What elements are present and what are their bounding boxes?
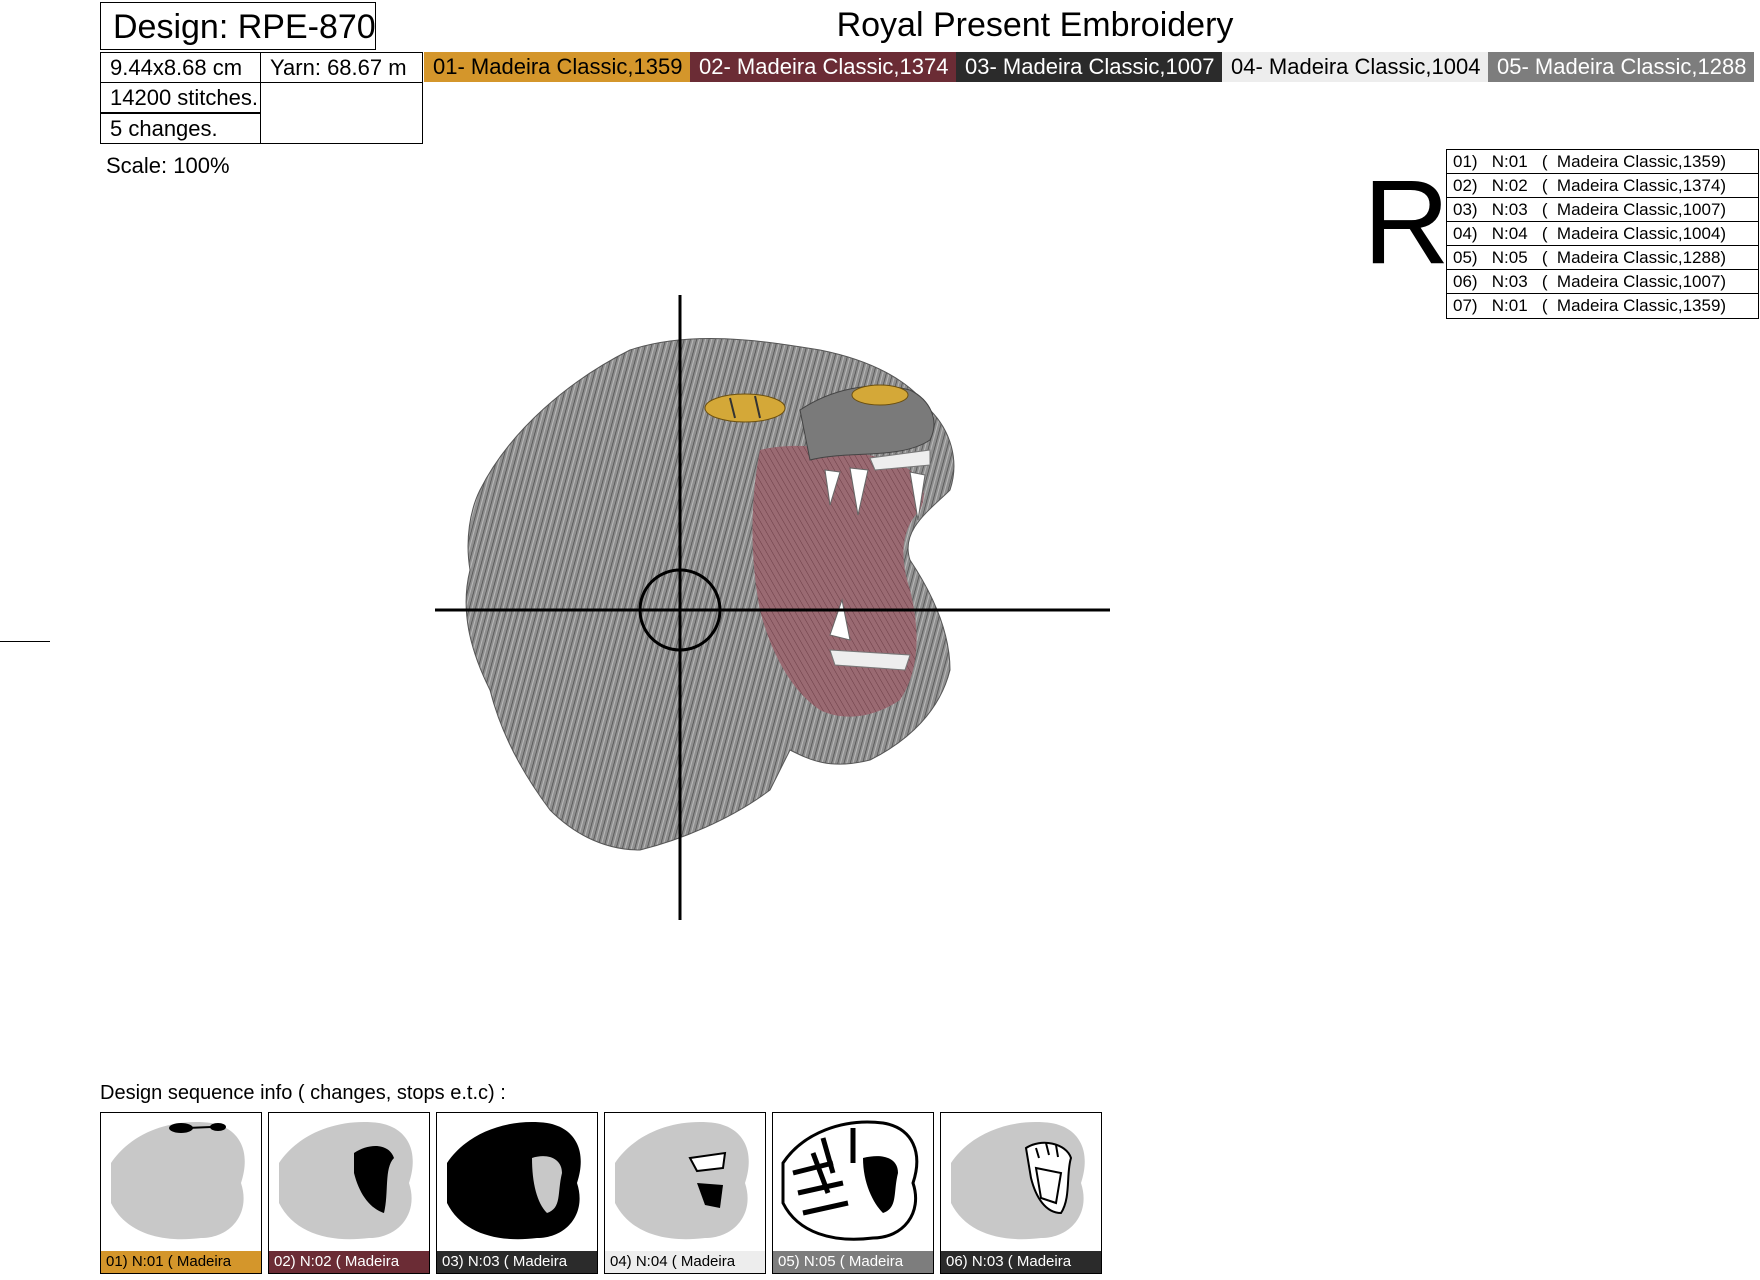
scale-label: Scale: 100% xyxy=(106,153,230,178)
embroidery-preview xyxy=(435,295,1110,920)
stats-empty-cell xyxy=(260,82,423,144)
thumbnail-preview-image xyxy=(781,1120,919,1241)
sequence-row: 04) N:04 ( Madeira Classic,1004) xyxy=(1447,222,1758,246)
thumbnail-preview-image xyxy=(279,1122,413,1240)
thumbnail-preview-image xyxy=(951,1122,1085,1240)
color-sequence-table: 01) N:01 ( Madeira Classic,1359) 02) N:0… xyxy=(1446,149,1759,319)
company-title: Royal Present Embroidery xyxy=(836,6,1234,44)
edge-tick-mark xyxy=(0,641,50,642)
stitch-count: 14200 stitches. xyxy=(100,82,261,113)
sequence-thumbnail-5: 05) N:05 ( Madeira xyxy=(772,1112,934,1274)
sequence-thumbnail-2: 02) N:02 ( Madeira xyxy=(268,1112,430,1274)
sequence-row: 01) N:01 ( Madeira Classic,1359) xyxy=(1447,150,1758,174)
sequence-row: 07) N:01 ( Madeira Classic,1359) xyxy=(1453,296,1727,315)
sequence-thumbnail-3: 03) N:03 ( Madeira xyxy=(436,1112,598,1274)
sequence-thumbnail-4: 04) N:04 ( Madeira xyxy=(604,1112,766,1274)
thread-swatch-2: 02- Madeira Classic,1374 xyxy=(690,52,956,82)
thread-swatch-4: 04- Madeira Classic,1004 xyxy=(1222,52,1488,82)
thread-swatch-3: 03- Madeira Classic,1007 xyxy=(956,52,1222,82)
sequence-row: 02) N:02 ( Madeira Classic,1374) xyxy=(1447,174,1758,198)
thumbnail-preview-image xyxy=(111,1122,245,1240)
thumbnail-caption: 03) N:03 ( Madeira xyxy=(437,1251,597,1273)
thumbnail-caption: 01) N:01 ( Madeira xyxy=(101,1251,261,1273)
thumbnail-caption: 06) N:03 ( Madeira xyxy=(941,1251,1101,1273)
thumbnail-preview-image xyxy=(615,1122,749,1240)
registration-mark: R xyxy=(1363,155,1450,289)
thread-swatch-5: 05- Madeira Classic,1288 xyxy=(1488,52,1754,82)
thumbnail-caption: 04) N:04 ( Madeira xyxy=(605,1251,765,1273)
thread-swatch-1: 01- Madeira Classic,1359 xyxy=(424,52,690,82)
panther-head xyxy=(465,337,955,851)
yarn-length: Yarn: 68.67 m xyxy=(260,52,423,83)
thumbnail-preview-image xyxy=(447,1122,581,1240)
sequence-row: 03) N:03 ( Madeira Classic,1007) xyxy=(1447,198,1758,222)
sequence-thumbnail-1: 01) N:01 ( Madeira xyxy=(100,1112,262,1274)
sequence-row: 06) N:03 ( Madeira Classic,1007) xyxy=(1447,270,1758,294)
thumbnail-caption: 05) N:05 ( Madeira xyxy=(773,1251,933,1273)
sequence-row: 05) N:05 ( Madeira Classic,1288) xyxy=(1447,246,1758,270)
change-count: 5 changes. xyxy=(100,113,261,144)
design-size: 9.44x8.68 cm xyxy=(100,52,261,83)
sequence-thumbnail-6: 06) N:03 ( Madeira xyxy=(940,1112,1102,1274)
sequence-heading: Design sequence info ( changes, stops e.… xyxy=(100,1082,506,1104)
thumbnail-caption: 02) N:02 ( Madeira xyxy=(269,1251,429,1273)
